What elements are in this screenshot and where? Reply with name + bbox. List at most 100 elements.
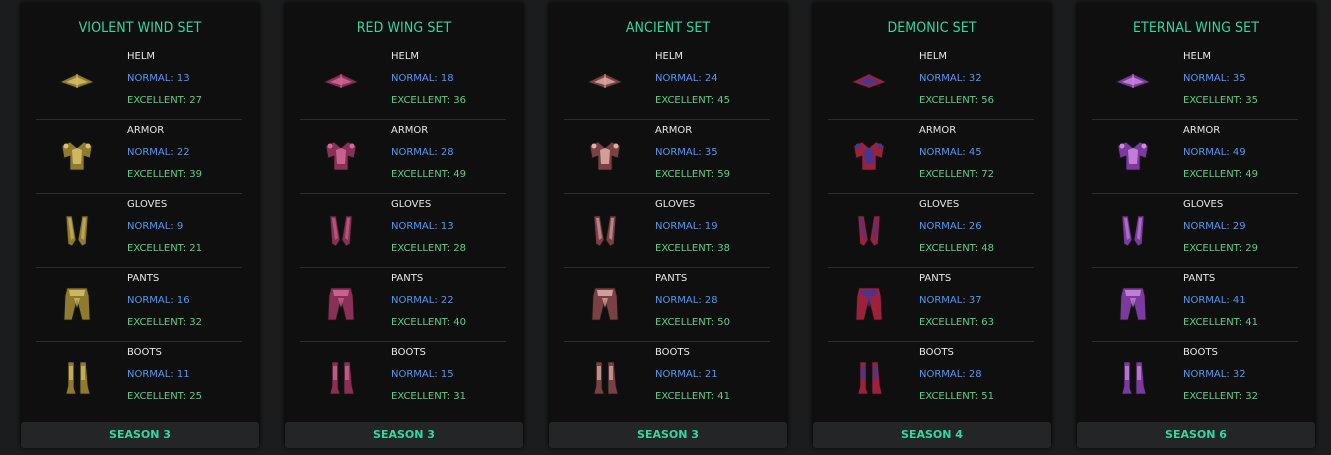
item-normal-defense: NORMAL: 13 (391, 221, 454, 232)
item-excellent-defense: EXCELLENT: 48 (919, 243, 994, 254)
set-item-row: BOOTS NORMAL: 11 EXCELLENT: 25 (36, 342, 242, 415)
item-excellent-defense: EXCELLENT: 28 (391, 243, 466, 254)
set-item-row: PANTS NORMAL: 41 EXCELLENT: 41 (1092, 268, 1298, 342)
item-name: PANTS (391, 273, 424, 284)
item-normal-defense: NORMAL: 28 (655, 295, 718, 306)
season-badge: SEASON 6 (1077, 422, 1315, 448)
item-name: ARMOR (655, 125, 693, 136)
season-badge: SEASON 4 (813, 422, 1051, 448)
item-excellent-defense: EXCELLENT: 29 (1183, 243, 1258, 254)
season-badge: SEASON 3 (285, 422, 523, 448)
gloves-icon (318, 210, 364, 250)
set-item-row: GLOVES NORMAL: 26 EXCELLENT: 48 (828, 194, 1034, 268)
armor-icon (582, 136, 628, 176)
item-name: ARMOR (1183, 125, 1221, 136)
gloves-icon (54, 210, 100, 250)
item-name: BOOTS (391, 347, 426, 358)
item-excellent-defense: EXCELLENT: 41 (1183, 317, 1258, 328)
item-name: HELM (655, 51, 684, 62)
item-normal-defense: NORMAL: 13 (127, 73, 190, 84)
gloves-icon (846, 210, 892, 250)
item-name: PANTS (127, 273, 160, 284)
pants-icon (582, 284, 628, 324)
armor-icon (318, 136, 364, 176)
set-item-row: HELM NORMAL: 35 EXCELLENT: 35 (1092, 46, 1298, 120)
set-item-row: ARMOR NORMAL: 28 EXCELLENT: 49 (300, 120, 506, 194)
item-excellent-defense: EXCELLENT: 40 (391, 317, 466, 328)
item-normal-defense: NORMAL: 9 (127, 221, 184, 232)
set-card: ANCIENT SET HELM NORMAL: 24 EXCELLENT: 45 … (548, 2, 788, 448)
set-items-list: HELM NORMAL: 13 EXCELLENT: 27 ARMOR NORMAL:… (36, 46, 242, 415)
item-normal-defense: NORMAL: 29 (1183, 221, 1246, 232)
set-title: ANCIENT SET (625, 20, 711, 36)
item-name: GLOVES (655, 199, 696, 210)
armor-sets-board: VIOLENT WIND SET HELM NORMAL: 13 EXCELLENT… (0, 0, 1331, 455)
item-normal-defense: NORMAL: 18 (391, 73, 454, 84)
item-excellent-defense: EXCELLENT: 36 (391, 95, 466, 106)
helm-icon (318, 62, 364, 102)
item-excellent-defense: EXCELLENT: 35 (1183, 95, 1258, 106)
item-excellent-defense: EXCELLENT: 51 (919, 391, 994, 402)
item-excellent-defense: EXCELLENT: 32 (1183, 391, 1258, 402)
item-name: HELM (919, 51, 948, 62)
item-normal-defense: NORMAL: 28 (391, 147, 454, 158)
set-card: DEMONIC SET HELM NORMAL: 32 EXCELLENT: 56 … (812, 2, 1052, 448)
season-badge: SEASON 3 (21, 422, 259, 448)
set-items-list: HELM NORMAL: 35 EXCELLENT: 35 ARMOR NORMAL:… (1092, 46, 1298, 415)
item-normal-defense: NORMAL: 49 (1183, 147, 1246, 158)
set-card: RED WING SET HELM NORMAL: 18 EXCELLENT: 36… (284, 2, 524, 448)
set-item-row: GLOVES NORMAL: 9 EXCELLENT: 21 (36, 194, 242, 268)
set-item-row: ARMOR NORMAL: 45 EXCELLENT: 72 (828, 120, 1034, 194)
boots-icon (318, 358, 364, 398)
item-name: PANTS (655, 273, 688, 284)
item-normal-defense: NORMAL: 21 (655, 369, 718, 380)
set-item-row: BOOTS NORMAL: 32 EXCELLENT: 32 (1092, 342, 1298, 415)
gloves-icon (1110, 210, 1156, 250)
item-excellent-defense: EXCELLENT: 49 (1183, 169, 1258, 180)
item-excellent-defense: EXCELLENT: 50 (655, 317, 730, 328)
boots-icon (846, 358, 892, 398)
item-normal-defense: NORMAL: 37 (919, 295, 982, 306)
set-items-list: HELM NORMAL: 24 EXCELLENT: 45 ARMOR NORMAL:… (564, 46, 770, 415)
item-excellent-defense: EXCELLENT: 41 (655, 391, 730, 402)
item-excellent-defense: EXCELLENT: 31 (391, 391, 466, 402)
set-item-row: GLOVES NORMAL: 29 EXCELLENT: 29 (1092, 194, 1298, 268)
item-normal-defense: NORMAL: 22 (127, 147, 190, 158)
set-item-row: PANTS NORMAL: 37 EXCELLENT: 63 (828, 268, 1034, 342)
item-name: GLOVES (127, 199, 168, 210)
item-normal-defense: NORMAL: 32 (919, 73, 982, 84)
item-normal-defense: NORMAL: 41 (1183, 295, 1246, 306)
armor-icon (1110, 136, 1156, 176)
item-name: ARMOR (127, 125, 165, 136)
item-normal-defense: NORMAL: 28 (919, 369, 982, 380)
item-normal-defense: NORMAL: 32 (1183, 369, 1246, 380)
set-title: RED WING SET (356, 20, 452, 36)
item-excellent-defense: EXCELLENT: 27 (127, 95, 202, 106)
item-normal-defense: NORMAL: 24 (655, 73, 718, 84)
helm-icon (846, 62, 892, 102)
item-excellent-defense: EXCELLENT: 39 (127, 169, 202, 180)
item-name: ARMOR (391, 125, 429, 136)
item-name: BOOTS (127, 347, 162, 358)
item-excellent-defense: EXCELLENT: 25 (127, 391, 202, 402)
helm-icon (582, 62, 628, 102)
helm-icon (54, 62, 100, 102)
pants-icon (846, 284, 892, 324)
item-normal-defense: NORMAL: 16 (127, 295, 190, 306)
item-name: BOOTS (919, 347, 954, 358)
item-excellent-defense: EXCELLENT: 59 (655, 169, 730, 180)
set-item-row: ARMOR NORMAL: 49 EXCELLENT: 49 (1092, 120, 1298, 194)
set-item-row: ARMOR NORMAL: 22 EXCELLENT: 39 (36, 120, 242, 194)
item-normal-defense: NORMAL: 45 (919, 147, 982, 158)
set-title: ETERNAL WING SET (1133, 20, 1259, 36)
item-excellent-defense: EXCELLENT: 32 (127, 317, 202, 328)
item-normal-defense: NORMAL: 22 (391, 295, 454, 306)
item-normal-defense: NORMAL: 26 (919, 221, 982, 232)
item-excellent-defense: EXCELLENT: 63 (919, 317, 994, 328)
item-excellent-defense: EXCELLENT: 21 (127, 243, 202, 254)
helm-icon (1110, 62, 1156, 102)
set-item-row: HELM NORMAL: 18 EXCELLENT: 36 (300, 46, 506, 120)
set-item-row: PANTS NORMAL: 16 EXCELLENT: 32 (36, 268, 242, 342)
set-item-row: PANTS NORMAL: 28 EXCELLENT: 50 (564, 268, 770, 342)
item-name: GLOVES (391, 199, 432, 210)
